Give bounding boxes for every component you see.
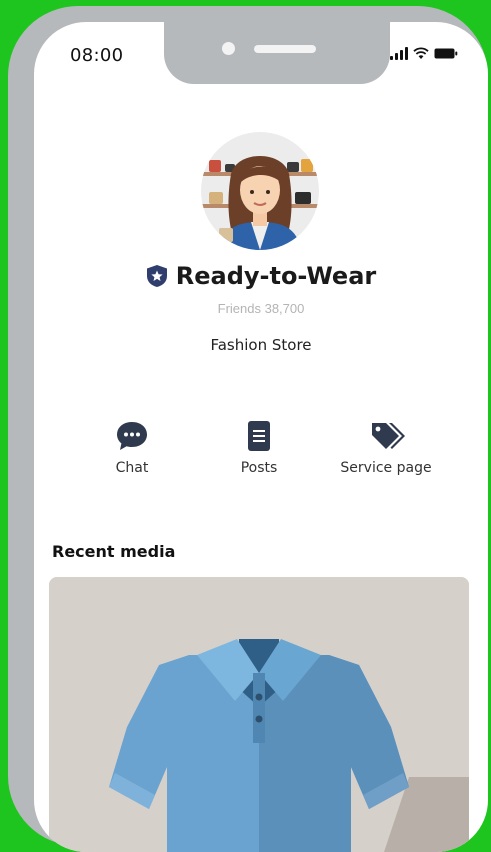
service-page-button[interactable]: Service page xyxy=(326,420,446,476)
shirt-image xyxy=(49,577,469,852)
store-avatar[interactable] xyxy=(201,132,319,250)
store-category: Fashion Store xyxy=(210,336,312,354)
status-icons xyxy=(390,47,458,60)
signal-icon xyxy=(390,47,408,60)
phone-notch xyxy=(164,22,390,84)
avatar-illustration xyxy=(201,132,319,250)
recent-media-heading: Recent media xyxy=(52,542,176,561)
status-time: 08:00 xyxy=(70,45,124,66)
verified-badge-icon xyxy=(146,265,167,287)
chat-button[interactable]: Chat xyxy=(72,420,192,476)
friends-count: Friends 38,700 xyxy=(217,301,305,316)
battery-icon xyxy=(434,48,458,59)
wifi-icon xyxy=(413,47,429,59)
recent-media-card[interactable] xyxy=(49,577,469,852)
document-icon xyxy=(248,421,270,451)
store-name: Ready-to-Wear xyxy=(175,262,377,290)
price-tag-icon xyxy=(372,423,405,449)
posts-label: Posts xyxy=(240,460,278,476)
store-name-row: Ready-to-Wear xyxy=(34,262,488,290)
chat-bubble-icon xyxy=(117,422,147,450)
speaker-slot xyxy=(254,45,316,53)
phone-screen: 08:00 Ready-to-Wear Friends 38,700 Fashi… xyxy=(34,22,488,852)
camera-dot xyxy=(222,42,235,55)
chat-label: Chat xyxy=(115,460,149,476)
service-page-label: Service page xyxy=(340,460,432,476)
posts-button[interactable]: Posts xyxy=(199,420,319,476)
phone-frame: 08:00 Ready-to-Wear Friends 38,700 Fashi… xyxy=(8,6,488,852)
